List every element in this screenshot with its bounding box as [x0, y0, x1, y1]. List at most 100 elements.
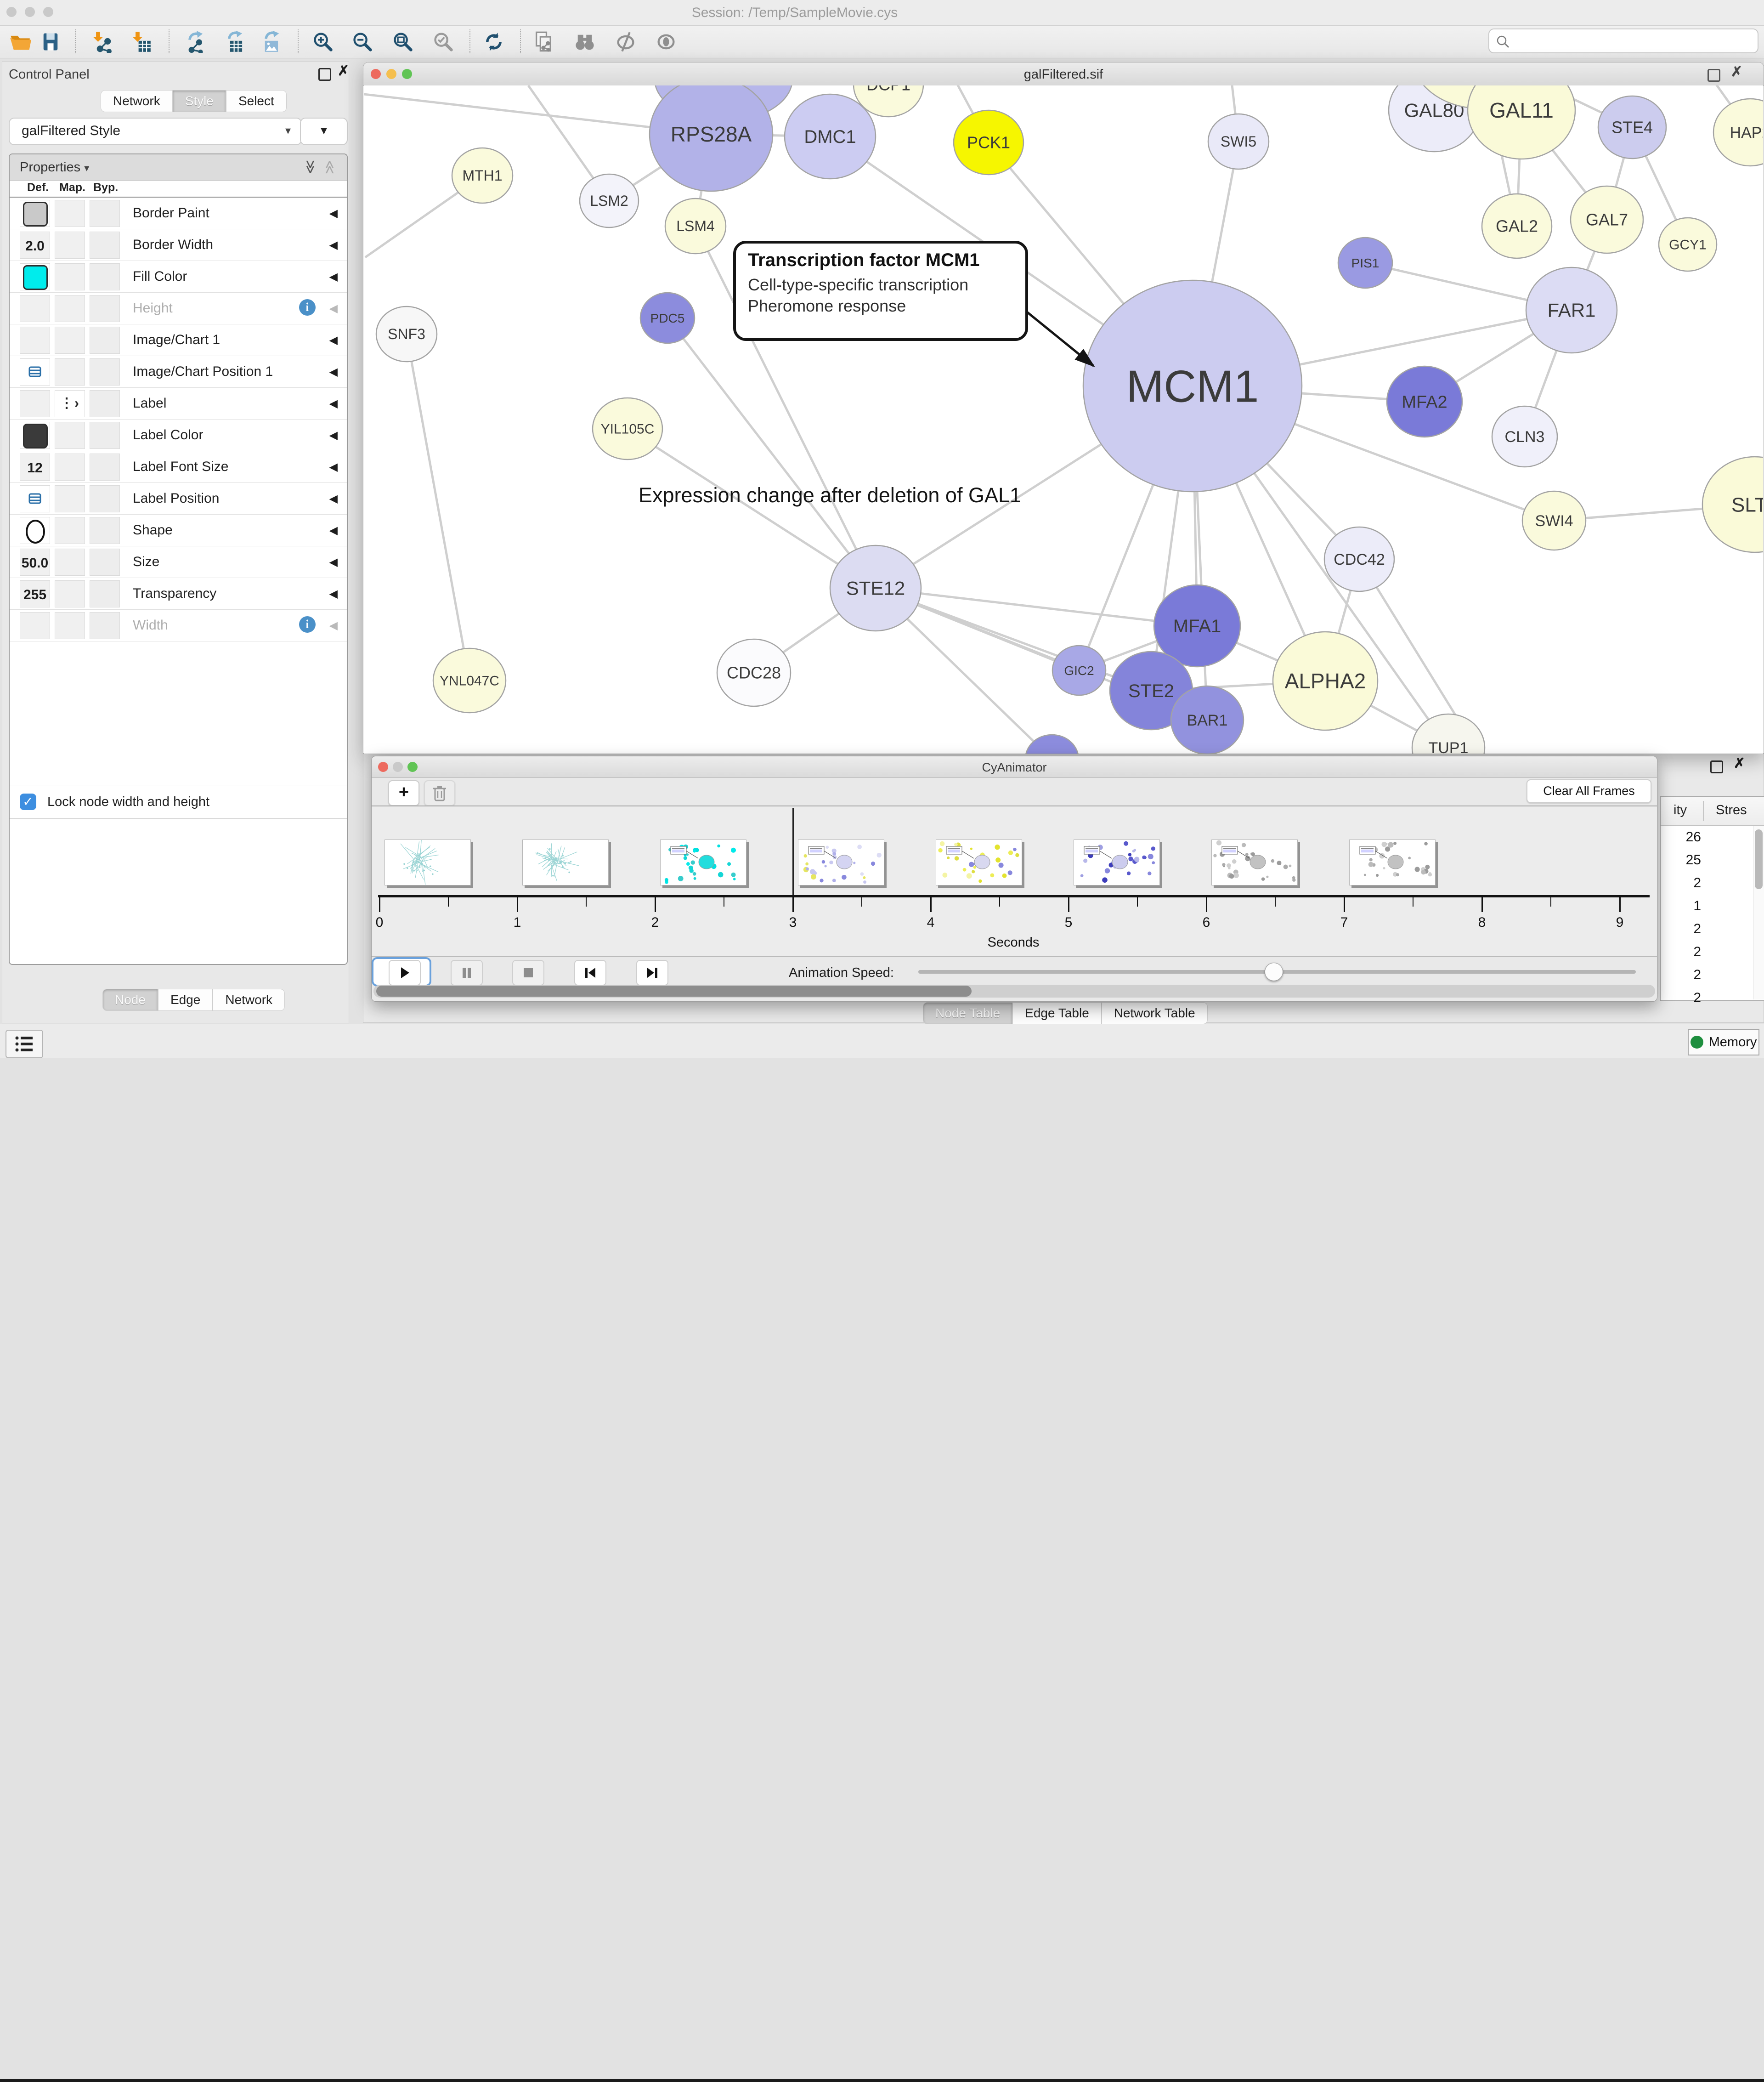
property-def-cell[interactable]: 50.0 [20, 549, 50, 576]
window-minimize-traffic-light[interactable] [25, 7, 35, 17]
property-map-cell[interactable] [55, 580, 85, 607]
property-map-cell[interactable] [55, 422, 85, 449]
property-map-cell[interactable] [55, 295, 85, 322]
stop-button[interactable] [512, 960, 544, 986]
open-session-icon[interactable] [7, 29, 33, 55]
expand-property-icon[interactable]: ◀ [329, 460, 338, 474]
property-row-transparency[interactable]: 255Transparency◀ [10, 578, 347, 610]
property-def-cell[interactable]: 255 [20, 580, 50, 607]
network-edge[interactable] [667, 318, 876, 588]
property-def-cell[interactable] [20, 612, 50, 639]
tab-style[interactable]: Style [173, 90, 226, 112]
property-def-cell[interactable] [20, 485, 50, 512]
window-zoom-traffic-light[interactable] [43, 7, 53, 17]
property-def-cell[interactable] [20, 517, 50, 544]
tab-network-table[interactable]: Network Table [1102, 1002, 1208, 1024]
network-node-nodeb[interactable] [1025, 735, 1079, 754]
table-cell[interactable]: 26 [1661, 826, 1701, 849]
zoom-in-icon[interactable] [310, 29, 336, 55]
expand-property-icon[interactable]: ◀ [329, 334, 338, 347]
annotation-box[interactable]: Transcription factor MCM1 Cell-type-spec… [733, 241, 1028, 341]
property-byp-cell[interactable] [90, 390, 120, 417]
property-def-cell[interactable] [20, 295, 50, 322]
property-row-image-chart-position-1[interactable]: Image/Chart Position 1◀ [10, 356, 347, 388]
property-row-label-font-size[interactable]: 12Label Font Size◀ [10, 451, 347, 483]
timeline-scrollbar[interactable] [373, 985, 1655, 998]
annotation-link-1[interactable]: Cell-type-specific transcription [748, 275, 1013, 295]
property-def-cell[interactable] [20, 263, 50, 290]
expand-property-icon[interactable]: ◀ [329, 270, 338, 284]
tab-network[interactable]: Network [101, 90, 173, 112]
cyanimator-titlebar[interactable]: CyAnimator [372, 756, 1657, 778]
frame-thumbnail-4[interactable] [936, 840, 1022, 885]
property-def-cell[interactable]: 12 [20, 454, 50, 481]
property-byp-cell[interactable] [90, 485, 120, 512]
table-cell[interactable]: 25 [1661, 849, 1701, 872]
export-network-icon[interactable] [184, 29, 209, 55]
property-row-border-width[interactable]: 2.0Border Width◀ [10, 229, 347, 261]
property-def-cell[interactable] [20, 327, 50, 354]
property-row-label-position[interactable]: Label Position◀ [10, 483, 347, 515]
import-table-icon[interactable] [128, 29, 153, 55]
search-network-icon[interactable] [572, 29, 598, 55]
expand-property-icon[interactable]: ◀ [329, 429, 338, 442]
property-def-cell[interactable] [20, 358, 50, 386]
property-row-image-chart-1[interactable]: Image/Chart 1◀ [10, 324, 347, 356]
table-cell[interactable]: 2 [1661, 987, 1701, 1010]
table-panel-close-icon[interactable]: ✗ [1734, 759, 1745, 769]
add-frame-button[interactable]: + [388, 780, 419, 806]
property-byp-cell[interactable] [90, 580, 120, 607]
collapse-all-icon[interactable]: ≫ [322, 160, 338, 174]
property-byp-cell[interactable] [90, 327, 120, 354]
property-map-cell[interactable] [55, 263, 85, 290]
network-window-float-icon[interactable] [1707, 69, 1720, 82]
property-map-cell[interactable] [55, 517, 85, 544]
property-map-cell[interactable] [55, 232, 85, 259]
table-cell[interactable]: 2 [1661, 964, 1701, 987]
frame-thumbnail-0[interactable] [384, 840, 471, 885]
property-def-cell[interactable] [20, 200, 50, 227]
frame-thumbnail-1[interactable] [522, 840, 609, 885]
task-history-button[interactable] [6, 1030, 43, 1058]
expand-all-icon[interactable]: ≫ [302, 160, 318, 174]
clear-all-frames-button[interactable]: Clear All Frames [1527, 779, 1651, 803]
style-options-menu-button[interactable]: ▼ [300, 118, 348, 145]
lock-node-size-checkbox[interactable]: ✓ [20, 794, 36, 810]
pause-button[interactable] [451, 960, 483, 986]
save-session-icon[interactable] [38, 29, 63, 55]
property-row-border-paint[interactable]: Border Paint◀ [10, 198, 347, 229]
expand-property-icon[interactable]: ◀ [329, 238, 338, 252]
expand-property-icon[interactable]: ◀ [329, 556, 338, 569]
property-map-cell[interactable] [55, 612, 85, 639]
export-table-icon[interactable] [223, 29, 249, 55]
property-row-height[interactable]: Heighti◀ [10, 293, 347, 324]
network-window-close-icon[interactable]: ✗ [1731, 67, 1742, 77]
frame-thumbnail-3[interactable] [798, 840, 884, 885]
property-byp-cell[interactable] [90, 263, 120, 290]
zoom-selected-icon[interactable] [430, 29, 456, 55]
property-byp-cell[interactable] [90, 232, 120, 259]
animation-speed-handle[interactable] [1265, 963, 1283, 981]
column-header-stress[interactable]: Stres [1716, 803, 1747, 818]
show-all-eye-icon[interactable] [653, 29, 679, 55]
hide-selected-eye-icon[interactable] [613, 29, 639, 55]
info-icon[interactable]: i [299, 616, 316, 633]
property-byp-cell[interactable] [90, 549, 120, 576]
column-header-centrality[interactable]: ity [1674, 803, 1687, 818]
network-edge[interactable] [407, 334, 469, 681]
property-byp-cell[interactable] [90, 454, 120, 481]
property-map-cell[interactable] [55, 358, 85, 386]
import-network-icon[interactable] [88, 29, 114, 55]
expand-property-icon[interactable]: ◀ [329, 492, 338, 505]
property-byp-cell[interactable] [90, 295, 120, 322]
table-cell[interactable]: 1 [1661, 895, 1701, 918]
tab-network[interactable]: Network [213, 989, 285, 1011]
refresh-view-icon[interactable] [481, 29, 507, 55]
control-panel-float-icon[interactable] [318, 68, 331, 81]
expand-property-icon[interactable]: ◀ [329, 302, 338, 315]
search-input[interactable] [1514, 31, 1750, 50]
tab-node-table[interactable]: Node Table [923, 1002, 1012, 1024]
property-row-size[interactable]: 50.0Size◀ [10, 546, 347, 578]
table-cell[interactable]: 2 [1661, 918, 1701, 941]
skip-to-start-button[interactable] [574, 960, 606, 986]
